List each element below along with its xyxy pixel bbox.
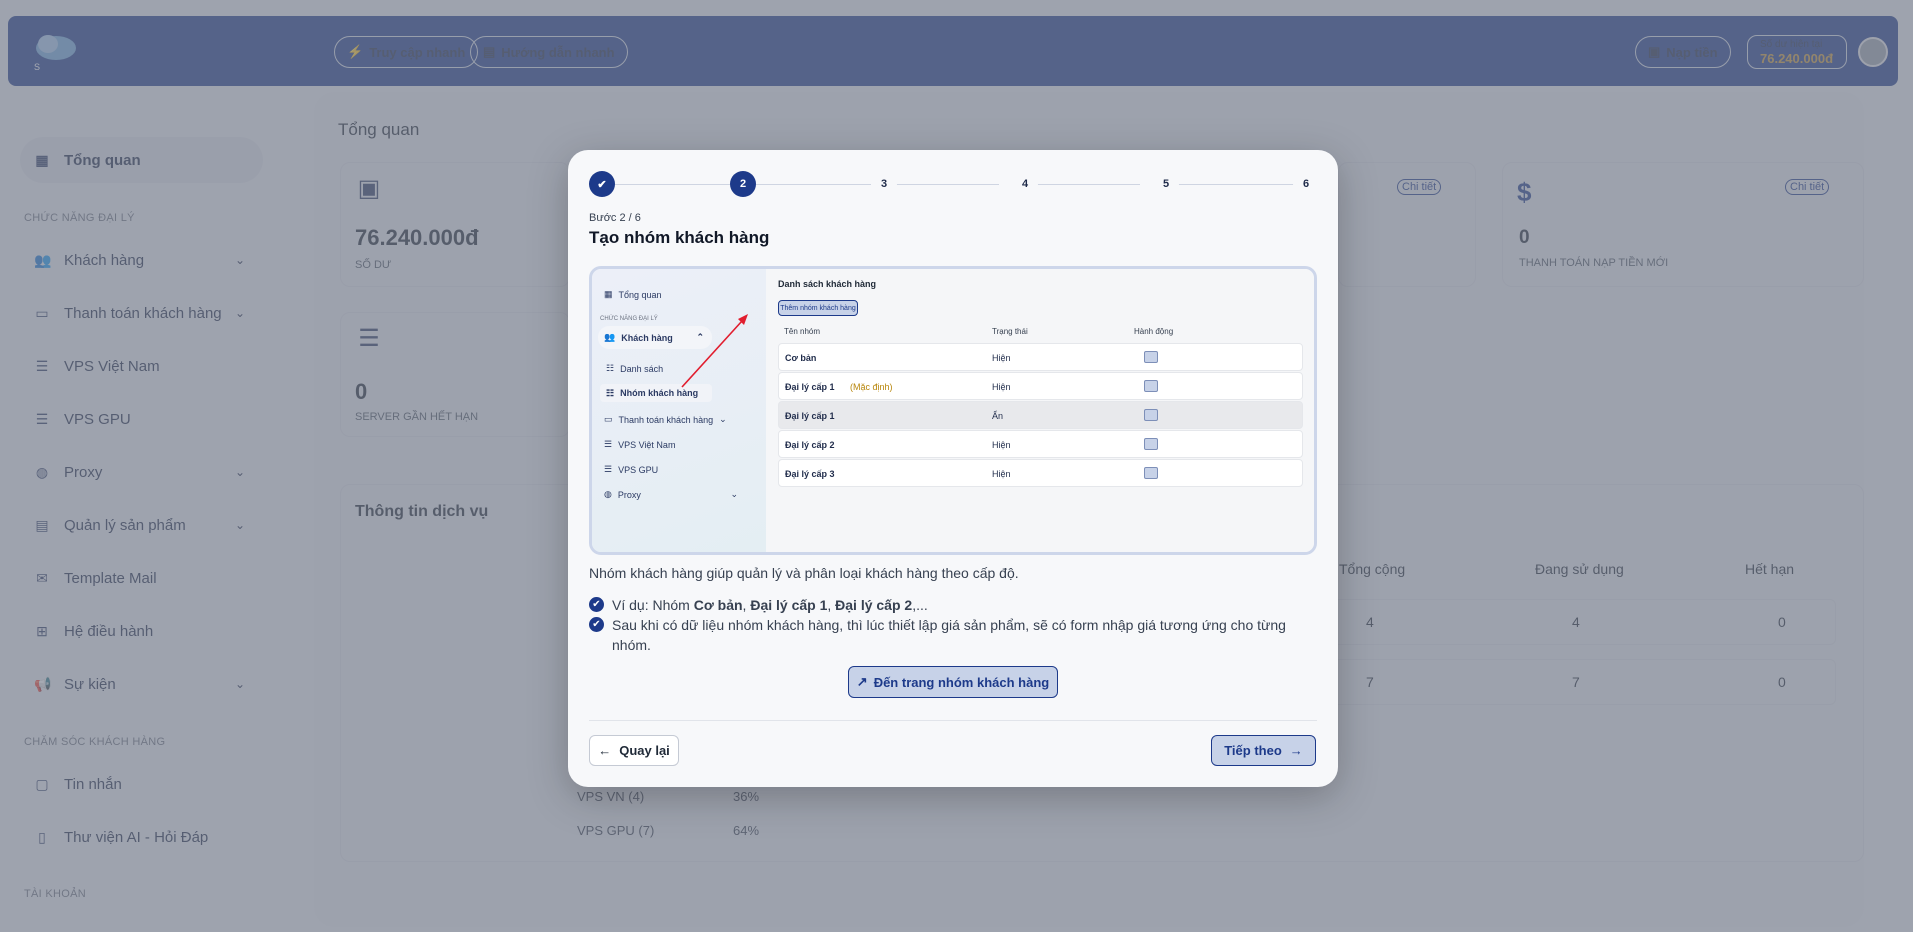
go-to-groups-button[interactable]: ↗ Đến trang nhóm khách hàng (848, 666, 1058, 698)
arrow-right-icon: → (1289, 743, 1303, 758)
step-4: 4 (1012, 171, 1038, 197)
back-button[interactable]: ← Quay lại (589, 735, 679, 766)
next-button[interactable]: Tiếp theo → (1211, 735, 1316, 766)
bullet-item: ✔ Sau khi có dữ liệu nhóm khách hàng, th… (589, 615, 1319, 655)
arrow-left-icon: ← (598, 743, 612, 758)
step-3: 3 (871, 171, 897, 197)
check-circle-icon: ✔ (589, 597, 604, 612)
step-2: 2 (730, 171, 756, 197)
step-label: Bước 2 / 6 (589, 212, 641, 224)
check-icon: ✔ (597, 178, 607, 191)
tutorial-screenshot: ▦ Tổng quan CHỨC NĂNG ĐẠI LÝ 👥 Khách hàng ⌃… (589, 266, 1317, 555)
divider (589, 720, 1317, 721)
arrow-annotation-icon (681, 314, 748, 388)
step-5: 5 (1153, 171, 1179, 197)
modal-description: Nhóm khách hàng giúp quản lý và phân loạ… (589, 565, 1019, 581)
check-circle-icon: ✔ (589, 617, 604, 632)
modal-title: Tạo nhóm khách hàng (589, 228, 770, 247)
bullet-item: ✔ Ví dụ: Nhóm Cơ bản, Đại lý cấp 1, Đại … (589, 595, 1319, 615)
stepper: ✔ 2 3 4 5 6 (589, 171, 1319, 197)
external-link-icon: ↗ (856, 674, 868, 689)
onboarding-modal: ✔ 2 3 4 5 6 Bước 2 / 6 Tạo nhóm khách hà… (568, 150, 1338, 787)
step-6: 6 (1293, 171, 1319, 197)
step-1-done: ✔ (589, 171, 615, 197)
